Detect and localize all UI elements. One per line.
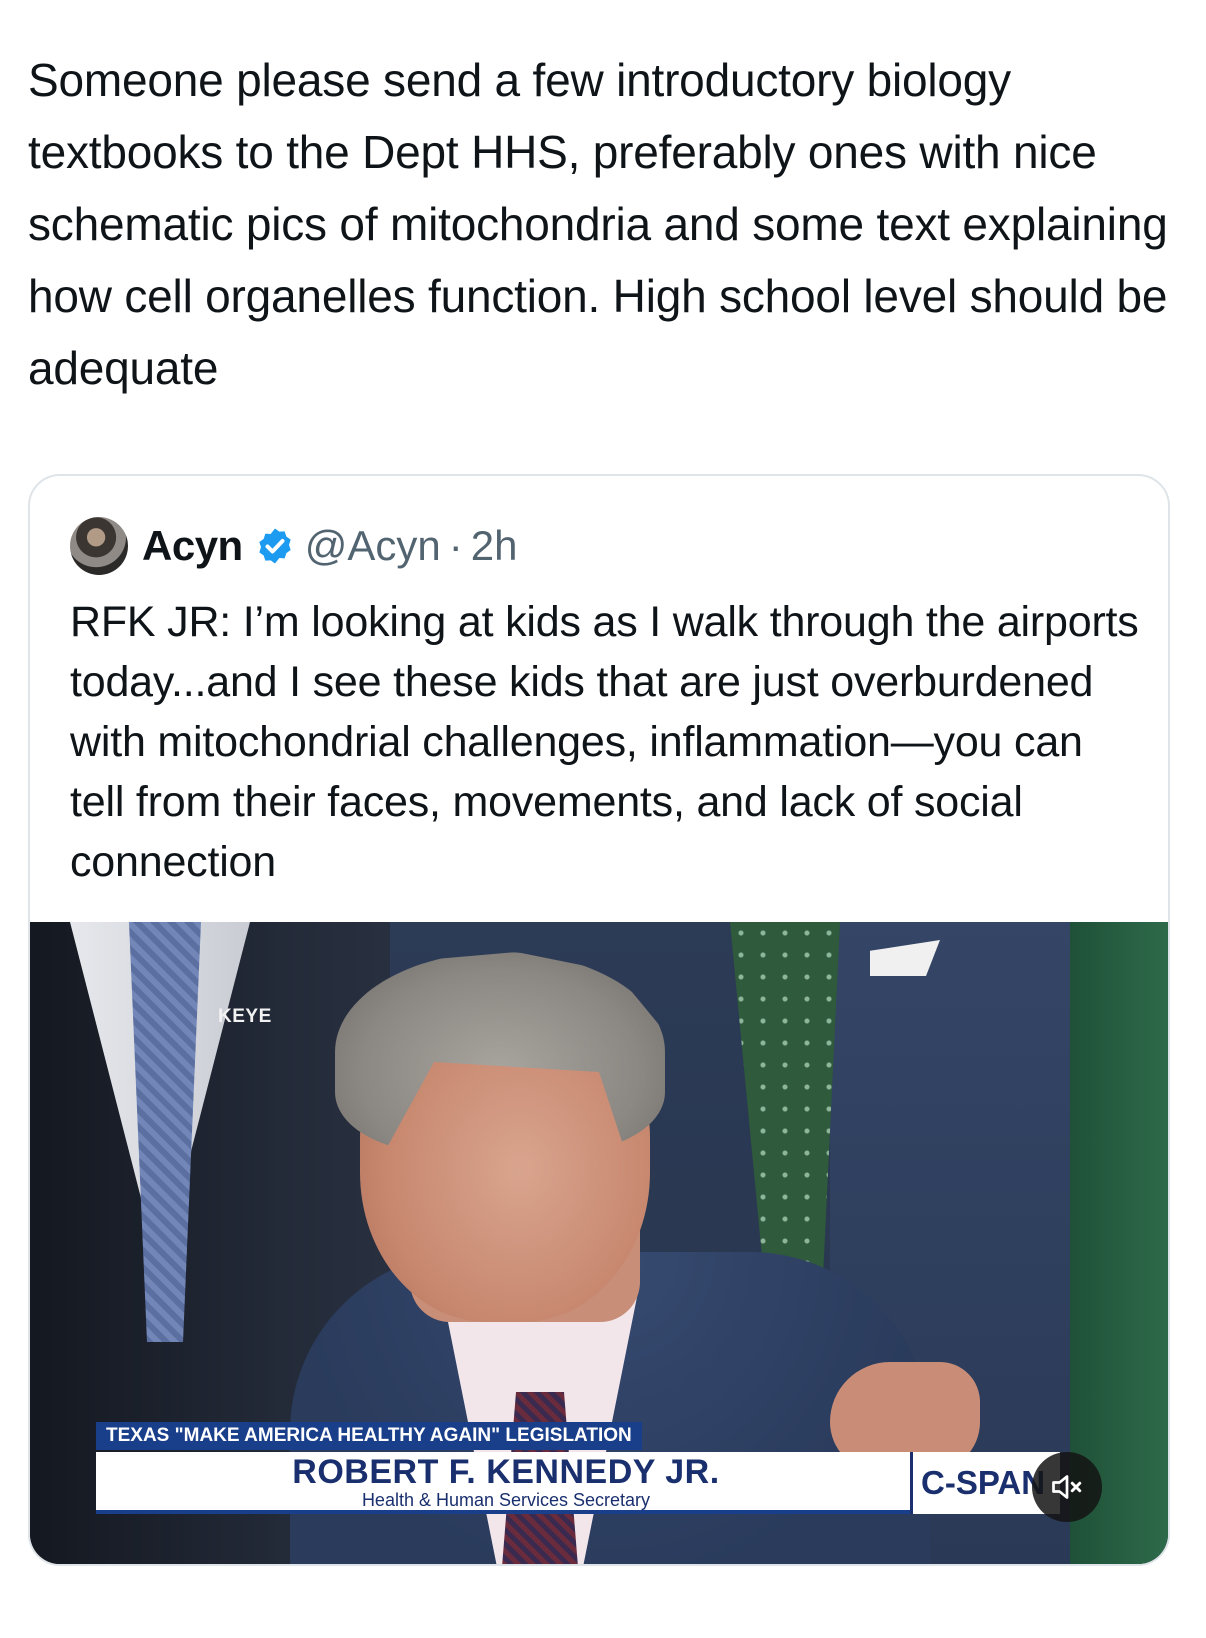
chyron-title: Health & Human Services Secretary	[361, 1490, 651, 1510]
author-name[interactable]: Acyn	[142, 522, 243, 570]
quoted-post-header: Acyn @Acyn · 2h	[70, 516, 517, 576]
post-timestamp[interactable]: 2h	[471, 522, 518, 570]
post-text: Someone please send a few introductory b…	[28, 54, 1168, 394]
verified-badge-icon	[259, 528, 291, 564]
separator-dot: ·	[448, 522, 463, 569]
station-bug: KEYE	[218, 1006, 272, 1027]
mute-button[interactable]	[1032, 1452, 1102, 1522]
video-player[interactable]: KEYE TEXAS "MAKE AMERICA HEALTHY AGAIN" …	[30, 922, 1168, 1564]
chyron-strip: TEXAS "MAKE AMERICA HEALTHY AGAIN" LEGIS…	[96, 1422, 642, 1450]
chyron-box: ROBERT F. KENNEDY JR. Health & Human Ser…	[96, 1452, 916, 1514]
author-handle[interactable]: @Acyn	[305, 522, 441, 570]
quoted-post-card[interactable]: Acyn @Acyn · 2h RFK JR: I’m looking at k…	[28, 474, 1170, 1566]
muted-speaker-icon	[1052, 1475, 1082, 1499]
chyron-name: ROBERT F. KENNEDY JR.	[292, 1453, 720, 1491]
quoted-post-text: RFK JR: I’m looking at kids as I walk th…	[70, 598, 1139, 886]
avatar[interactable]	[70, 517, 128, 575]
